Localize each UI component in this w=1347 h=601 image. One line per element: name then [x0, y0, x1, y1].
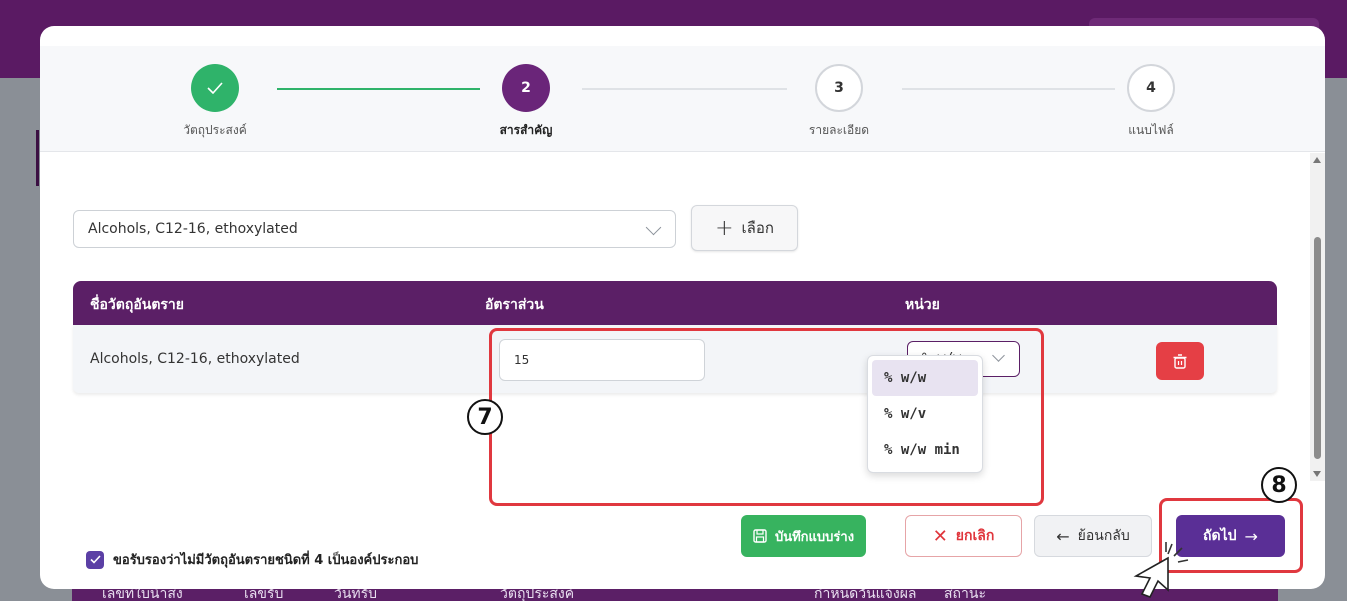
- trash-icon: [1173, 353, 1187, 369]
- cancel-label: ยกเลิก: [955, 528, 995, 544]
- step-4-circle: 4: [1127, 64, 1175, 112]
- substance-select[interactable]: Alcohols, C12-16, ethoxylated: [73, 210, 676, 248]
- step-1-label: วัตถุประสงค์: [183, 123, 247, 137]
- step-4-label: แนบไฟล์: [1128, 123, 1174, 137]
- save-draft-label: บันทึกแบบร่าง: [774, 529, 855, 545]
- step-substance[interactable]: 2 สารสำคัญ: [446, 64, 606, 140]
- confirm-label: ขอรับรองว่าไม่มีวัตถุอันตรายชนิดที่ 4 เป…: [113, 553, 419, 568]
- step-2-label: สารสำคัญ: [499, 123, 553, 137]
- back-label: ย้อนกลับ: [1077, 528, 1130, 544]
- check-icon: [89, 555, 101, 564]
- step-1-circle: [191, 64, 239, 112]
- table-header: ชื่อวัตถุอันตราย อัตราส่วน หน่วย: [73, 281, 1277, 325]
- annotation-badge-7: 7: [467, 399, 503, 435]
- cancel-button[interactable]: ✕ ยกเลิก: [905, 515, 1022, 557]
- add-substance-label: เลือก: [741, 219, 774, 237]
- col-substance-name: ชื่อวัตถุอันตราย: [90, 297, 184, 313]
- add-substance-button[interactable]: + เลือก: [691, 205, 798, 251]
- scroll-thumb[interactable]: [1314, 237, 1321, 459]
- close-icon: ✕: [932, 525, 948, 547]
- confirm-no-type4[interactable]: ขอรับรองว่าไม่มีวัตถุอันตรายชนิดที่ 4 เป…: [86, 549, 418, 570]
- plus-icon: +: [715, 215, 734, 241]
- step-objective[interactable]: วัตถุประสงค์: [135, 64, 295, 140]
- col-ratio: อัตราส่วน: [485, 297, 544, 313]
- checkbox-checked[interactable]: [86, 550, 104, 569]
- sidebar-indicator: [36, 130, 39, 186]
- arrow-left-icon: ←: [1056, 526, 1070, 546]
- col-unit: หน่วย: [905, 297, 940, 313]
- annotation-box-7: [489, 328, 1044, 506]
- step-3-circle: 3: [815, 64, 863, 112]
- scroll-up-icon[interactable]: [1313, 157, 1321, 163]
- step-connector-2: [582, 88, 787, 90]
- check-icon: [207, 82, 223, 94]
- stepper: วัตถุประสงค์ 2 สารสำคัญ 3 รายละเอียด 4 แ…: [40, 46, 1325, 152]
- step-3-label: รายละเอียด: [808, 123, 870, 137]
- step-attachments[interactable]: 4 แนบไฟล์: [1071, 64, 1231, 140]
- annotation-badge-8: 8: [1261, 467, 1297, 503]
- substance-select-value: Alcohols, C12-16, ethoxylated: [88, 221, 298, 237]
- step-2-circle: 2: [502, 64, 550, 112]
- delete-row-button[interactable]: [1156, 342, 1204, 380]
- save-draft-button[interactable]: บันทึกแบบร่าง: [741, 515, 866, 557]
- scroll-down-icon[interactable]: [1313, 471, 1321, 477]
- save-icon: [753, 529, 767, 543]
- cursor-click-icon: [1133, 542, 1189, 598]
- chevron-down-icon: [645, 219, 662, 236]
- step-details[interactable]: 3 รายละเอียด: [759, 64, 919, 140]
- modal-scrollbar[interactable]: [1310, 153, 1325, 481]
- row-substance-name: Alcohols, C12-16, ethoxylated: [90, 351, 300, 367]
